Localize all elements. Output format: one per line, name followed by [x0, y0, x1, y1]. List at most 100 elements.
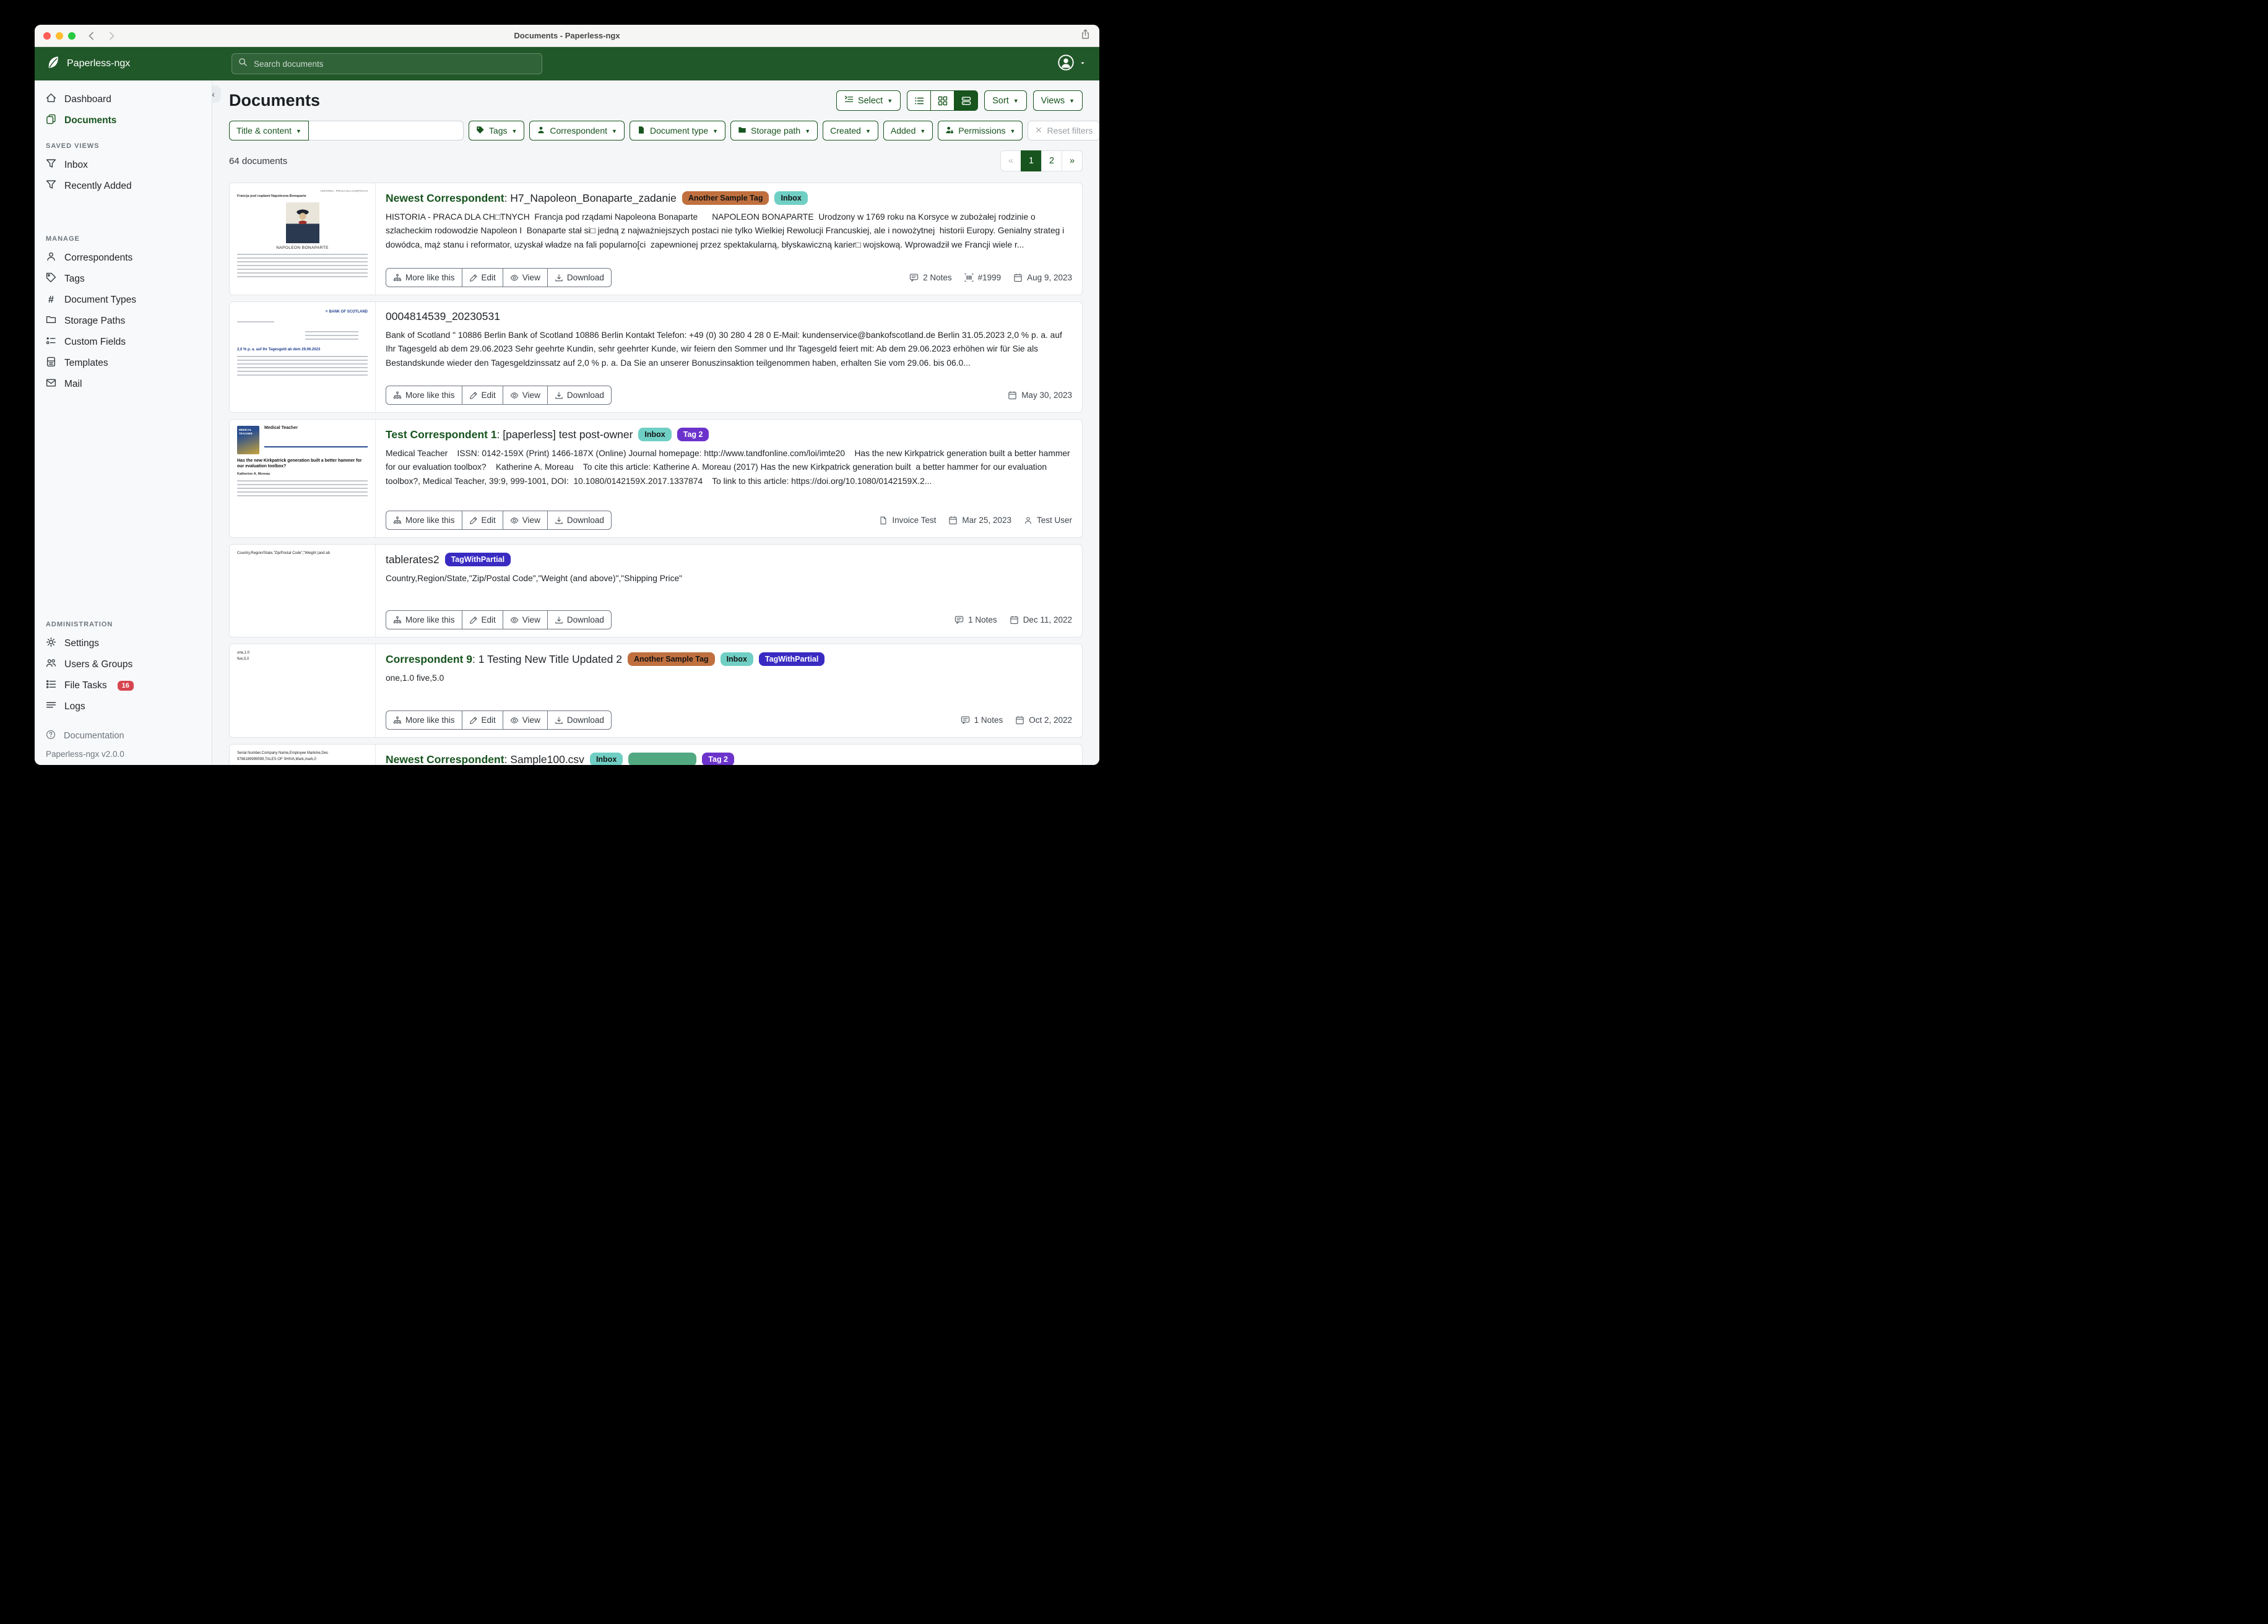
document-thumbnail[interactable]: ✳ BANK OF SCOTLAND 2,0 % p. a. auf Ihr T… — [230, 302, 376, 412]
notes-meta[interactable]: 1 Notes — [954, 615, 997, 624]
permissions-filter-button[interactable]: Permissions▼ — [938, 121, 1023, 140]
document-correspondent[interactable]: Newest Correspondent — [386, 192, 504, 204]
edit-button[interactable]: Edit — [462, 268, 503, 287]
download-button[interactable]: Download — [547, 610, 612, 629]
document-title[interactable]: Test Correspondent 1: [paperless] test p… — [386, 428, 633, 441]
tag-pill[interactable]: Inbox — [590, 753, 623, 765]
tag-pill[interactable]: Tag 2 — [702, 753, 734, 765]
download-button[interactable]: Download — [547, 268, 612, 287]
grid-view-button[interactable] — [930, 90, 954, 111]
pagination-prev-button[interactable]: « — [1000, 150, 1021, 171]
document-correspondent[interactable]: Correspondent 9 — [386, 653, 472, 665]
tag-pill[interactable]: Tag 2 — [677, 428, 709, 441]
more-like-this-button[interactable]: More like this — [386, 710, 462, 730]
sort-button[interactable]: Sort▼ — [984, 90, 1027, 111]
back-icon[interactable] — [87, 31, 97, 41]
document-title[interactable]: tablerates2 — [386, 553, 439, 566]
sidebar-item-templates[interactable]: Templates — [35, 353, 212, 374]
download-button[interactable]: Download — [547, 386, 612, 405]
sidebar-item-document-types[interactable]: # Document Types — [35, 290, 212, 311]
edit-button[interactable]: Edit — [462, 610, 503, 629]
pagination-next-button[interactable]: » — [1062, 150, 1083, 171]
tag-pill[interactable]: Another Sample Tag — [628, 652, 715, 666]
tag-pill[interactable]: Inbox — [774, 191, 807, 205]
list-view-button[interactable] — [907, 90, 931, 111]
tag-pill[interactable]: Another Sample Tag — [682, 191, 769, 205]
document-thumbnail[interactable]: Country,Region/State,"Zip/Postal Code","… — [230, 545, 376, 637]
tag-pill[interactable]: TagWithPartial — [759, 652, 825, 666]
document-title[interactable]: Correspondent 9: 1 Testing New Title Upd… — [386, 653, 622, 666]
download-button[interactable]: Download — [547, 511, 612, 530]
view-button[interactable]: View — [503, 610, 548, 629]
app-brand[interactable]: Paperless-ngx — [35, 55, 212, 73]
edit-button[interactable]: Edit — [462, 511, 503, 530]
sidebar-item-correspondents[interactable]: Correspondents — [35, 248, 212, 269]
global-search[interactable] — [232, 53, 542, 74]
asn-meta: #1999 — [964, 273, 1002, 282]
sidebar-item-recently-added[interactable]: Recently Added — [35, 176, 212, 197]
view-button[interactable]: View — [503, 268, 548, 287]
added-filter-label: Added — [891, 126, 915, 136]
pagination-page-1-button[interactable]: 1 — [1021, 150, 1042, 171]
sidebar-item-mail[interactable]: Mail — [35, 374, 212, 395]
document-thumbnail[interactable]: HISTORIA - PRACA DLA CHĘTNYCH Francja po… — [230, 183, 376, 295]
views-button[interactable]: Views▼ — [1033, 90, 1083, 111]
share-icon[interactable] — [1080, 29, 1091, 43]
title-content-filter-button[interactable]: Title & content▼ — [229, 121, 309, 140]
more-like-this-button[interactable]: More like this — [386, 268, 462, 287]
reset-filters-button[interactable]: Reset filters — [1028, 121, 1099, 140]
title-content-filter-input[interactable] — [309, 121, 464, 140]
document-thumbnail[interactable]: Serial Number,Company Name,Employee Mark… — [230, 745, 376, 765]
sidebar-item-storage-paths[interactable]: Storage Paths — [35, 311, 212, 332]
view-button[interactable]: View — [503, 511, 548, 530]
tag-pill[interactable]: Inbox — [638, 428, 671, 441]
close-window-button[interactable] — [43, 32, 51, 40]
sidebar-item-settings[interactable]: Settings — [35, 633, 212, 654]
document-title[interactable]: 0004814539_20230531 — [386, 310, 500, 323]
document-type-filter-button[interactable]: Document type▼ — [630, 121, 725, 140]
tag-pill[interactable]: Inbox — [721, 652, 753, 666]
document-thumbnail[interactable]: one,1.0 five,5.0 — [230, 644, 376, 737]
edit-button[interactable]: Edit — [462, 386, 503, 405]
sidebar-collapse-button[interactable]: « — [212, 85, 221, 103]
document-title[interactable]: Newest Correspondent: Sample100.csv — [386, 753, 584, 766]
document-thumbnail[interactable]: MEDICAL TEACHER Medical Teacher Has the … — [230, 420, 376, 537]
forward-icon[interactable] — [106, 31, 116, 41]
more-like-this-button[interactable]: More like this — [386, 610, 462, 629]
pagination-page-2-button[interactable]: 2 — [1041, 150, 1062, 171]
search-input[interactable] — [253, 59, 535, 69]
download-button[interactable]: Download — [547, 710, 612, 730]
sidebar-item-file-tasks[interactable]: File Tasks 16 — [35, 675, 212, 696]
notes-meta[interactable]: 1 Notes — [961, 715, 1003, 725]
created-filter-button[interactable]: Created▼ — [823, 121, 878, 140]
sidebar-item-tags[interactable]: Tags — [35, 269, 212, 290]
traffic-lights[interactable] — [43, 32, 76, 40]
edit-button[interactable]: Edit — [462, 710, 503, 730]
detail-view-button[interactable] — [954, 90, 978, 111]
view-button[interactable]: View — [503, 710, 548, 730]
notes-meta[interactable]: 2 Notes — [909, 273, 952, 282]
zoom-window-button[interactable] — [68, 32, 76, 40]
minimize-window-button[interactable] — [56, 32, 63, 40]
document-title[interactable]: Newest Correspondent: H7_Napoleon_Bonapa… — [386, 192, 677, 205]
document-correspondent[interactable]: Test Correspondent 1 — [386, 428, 497, 441]
sidebar-item-documents[interactable]: Documents — [35, 110, 212, 131]
sidebar-item-dashboard[interactable]: Dashboard — [35, 89, 212, 110]
added-filter-button[interactable]: Added▼ — [883, 121, 933, 140]
user-menu[interactable] — [1057, 53, 1086, 75]
sidebar-item-custom-fields[interactable]: Custom Fields — [35, 332, 212, 353]
tag-pill[interactable] — [628, 753, 696, 765]
tag-pill[interactable]: TagWithPartial — [445, 553, 511, 566]
more-like-this-button[interactable]: More like this — [386, 511, 462, 530]
tags-filter-button[interactable]: Tags▼ — [469, 121, 525, 140]
sidebar-item-users-groups[interactable]: Users & Groups — [35, 654, 212, 675]
select-button[interactable]: Select▼ — [836, 90, 901, 111]
correspondent-filter-button[interactable]: Correspondent▼ — [529, 121, 625, 140]
sidebar-item-inbox[interactable]: Inbox — [35, 155, 212, 176]
storage-path-filter-button[interactable]: Storage path▼ — [730, 121, 818, 140]
more-like-this-button[interactable]: More like this — [386, 386, 462, 405]
document-correspondent[interactable]: Newest Correspondent — [386, 753, 504, 766]
sidebar-item-logs[interactable]: Logs — [35, 696, 212, 717]
sidebar-item-documentation[interactable]: Documentation — [35, 726, 212, 746]
view-button[interactable]: View — [503, 386, 548, 405]
